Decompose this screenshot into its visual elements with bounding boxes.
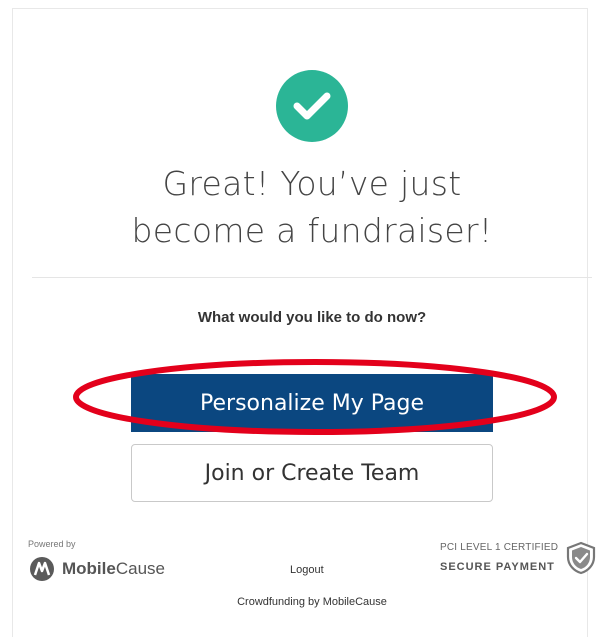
powered-by-label: Powered by (28, 539, 76, 549)
mobilecause-logo-icon (30, 557, 54, 581)
check-circle-icon (276, 70, 348, 142)
next-step-prompt: What would you like to do now? (197, 309, 427, 326)
shield-check-icon (566, 541, 596, 575)
personalize-page-button[interactable]: Personalize My Page (131, 374, 493, 432)
brand-bold: Mobile (62, 559, 116, 578)
logout-link[interactable]: Logout (290, 564, 324, 576)
pci-certified-label: PCI LEVEL 1 CERTIFIED (440, 542, 559, 553)
headline-line-2: become a fundraiser! (131, 211, 493, 250)
crowdfunding-credit: Crowdfunding by MobileCause (237, 596, 387, 608)
brand-regular: Cause (115, 559, 165, 578)
success-headline: Great! You’ve just become a fundraiser! (0, 160, 600, 254)
secure-payment-label: SECURE PAYMENT (440, 561, 555, 573)
mobilecause-logo: MobileCause (28, 556, 165, 582)
headline-line-1: Great! You’ve just (162, 164, 462, 203)
mobilecause-wordmark: MobileCause (62, 559, 165, 579)
join-create-team-button[interactable]: Join or Create Team (131, 444, 493, 502)
pci-badge: PCI LEVEL 1 CERTIFIED SECURE PAYMENT (440, 542, 558, 573)
divider (32, 277, 592, 278)
